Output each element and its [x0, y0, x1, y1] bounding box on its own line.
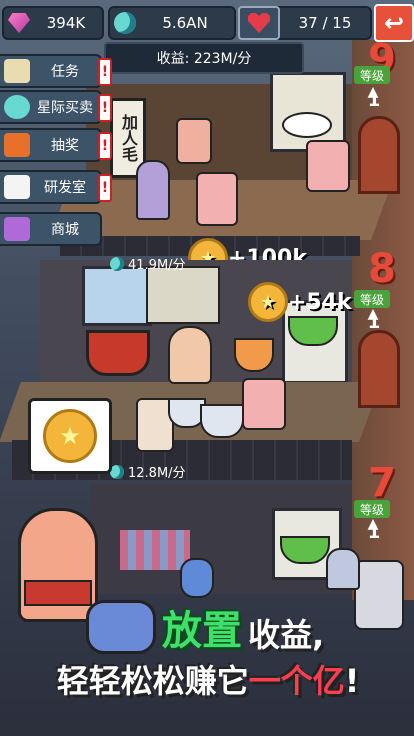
star-coin-icon: ★	[43, 409, 97, 463]
chef-character[interactable]	[176, 118, 212, 164]
mascot-scarf	[24, 580, 92, 606]
gem-count: 394K	[46, 14, 86, 32]
gem-counter[interactable]: 394K	[2, 6, 104, 40]
slogan-text: 收益,	[248, 616, 325, 654]
moon-trade-icon	[4, 95, 30, 119]
heart-icon	[248, 13, 270, 33]
floor-8-window	[82, 266, 152, 326]
floor-8-bonus: ★ +54k	[248, 282, 352, 322]
floor-7-level: 1	[367, 522, 381, 543]
exit-arrow-icon: ↩	[383, 9, 405, 37]
menu-trade-button[interactable]: 星际买卖 !	[0, 90, 112, 124]
slogan-highlight: 放置	[162, 608, 242, 654]
heart-counter[interactable]: 37 / 15	[238, 6, 372, 40]
menu-research-button[interactable]: 研发室 !	[0, 170, 112, 204]
gem-icon	[8, 13, 30, 33]
chef-hat-icon	[4, 175, 30, 199]
floor-9-level-label: 等级	[354, 66, 390, 84]
floor-8-door	[358, 330, 400, 408]
floor-9-door	[358, 116, 400, 194]
exit-button[interactable]: ↩	[374, 4, 414, 42]
gift-box-icon	[4, 133, 30, 157]
blue-robot-mascot[interactable]	[86, 600, 156, 654]
floor-8-level: 1	[367, 312, 381, 333]
shop-icon	[4, 217, 30, 241]
moon-currency-counter[interactable]: 5.6AN	[108, 6, 236, 40]
ghost-character[interactable]	[326, 548, 360, 590]
alert-badge: !	[98, 94, 112, 122]
floor-8-shelf	[146, 266, 220, 324]
blue-blob-character[interactable]	[180, 558, 214, 598]
cooking-pot[interactable]	[86, 330, 150, 376]
moon-icon	[110, 464, 124, 479]
floor-7-rate: 12.8M/分	[110, 462, 186, 481]
heart-count: 37 / 15	[298, 14, 352, 32]
robot-customer-character[interactable]	[196, 172, 238, 226]
moon-count: 5.6AN	[162, 14, 208, 32]
alert-badge: !	[98, 174, 112, 202]
menu-task-button[interactable]: 任务 !	[0, 54, 112, 88]
grandma-character[interactable]	[168, 326, 212, 384]
alert-badge: !	[98, 58, 112, 86]
floor-8-number: 8	[368, 246, 396, 292]
floor-8-rate: 41.9M/分	[110, 254, 186, 273]
income-display: 收益: 223M/分	[104, 42, 304, 74]
sushi-plate	[282, 112, 332, 138]
robot-customer-character-3[interactable]	[242, 378, 286, 430]
food-bowl	[234, 338, 274, 372]
floor-9-level: 1	[367, 90, 381, 111]
moon-icon	[114, 12, 136, 34]
robot-knight-character[interactable]	[354, 560, 404, 630]
robot-customer-character-2[interactable]	[306, 140, 350, 192]
menu-lottery-button[interactable]: 抽奖 !	[0, 128, 112, 162]
moon-icon	[110, 256, 124, 271]
slogan-line-1: 放置 收益,	[162, 598, 324, 656]
speech-bubble[interactable]: ★	[28, 398, 112, 474]
slogan-line-2: 轻轻松松赚它一个亿!	[56, 662, 360, 700]
heart-button[interactable]	[238, 6, 280, 40]
task-scroll-icon	[4, 59, 30, 83]
bowl-2	[200, 404, 244, 438]
astronaut-character[interactable]	[136, 160, 170, 220]
laundry-rack	[120, 530, 190, 570]
alert-badge: !	[98, 132, 112, 160]
star-coin-icon: ★	[248, 282, 288, 322]
menu-shop-button[interactable]: 商城	[0, 212, 102, 246]
